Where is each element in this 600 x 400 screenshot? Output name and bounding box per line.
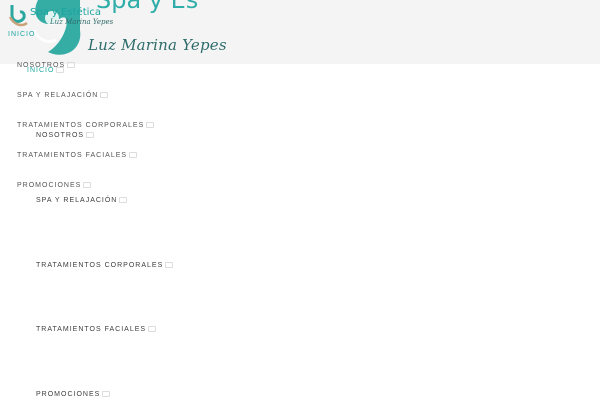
submenu-indicator-icon <box>83 182 92 189</box>
nav-item-corporales[interactable]: TRATAMIENTOS CORPORALES <box>17 122 155 129</box>
nav2-item-nosotros[interactable]: NOSOTROS <box>36 132 95 139</box>
nav2-item-spa[interactable]: SPA Y RELAJACIÓN <box>36 197 128 204</box>
submenu-indicator-icon <box>100 92 109 99</box>
submenu-indicator-icon <box>165 262 174 269</box>
nav-item-promociones[interactable]: PROMOCIONES <box>17 182 92 189</box>
nav-item-faciales[interactable]: TRATAMIENTOS FACIALES <box>17 152 138 159</box>
brand-subtitle-large: Luz Marina Yepes <box>88 36 227 54</box>
submenu-indicator-icon <box>86 132 95 139</box>
brand-subtitle-small: Luz Marina Yepes <box>50 18 114 26</box>
submenu-indicator-icon <box>146 122 155 129</box>
nav-item-spa[interactable]: SPA Y RELAJACIÓN <box>17 92 109 99</box>
nav2-item-corporales[interactable]: TRATAMIENTOS CORPORALES <box>36 262 174 269</box>
spa-small-logo-icon <box>8 5 28 27</box>
nav-item-inicio[interactable]: INICIO <box>8 31 35 38</box>
submenu-indicator-icon <box>102 391 111 398</box>
nav2-item-inicio[interactable]: INICIO <box>27 67 65 74</box>
logo-small[interactable]: Spa y Estética Luz Marina Yepes <box>8 3 128 31</box>
nav2-item-faciales[interactable]: TRATAMIENTOS FACIALES <box>36 326 157 333</box>
submenu-indicator-icon <box>129 152 138 159</box>
submenu-indicator-icon <box>119 197 128 204</box>
brand-title-small: Spa y Estética <box>30 7 102 18</box>
submenu-indicator-icon <box>67 62 76 69</box>
nav2-item-promociones[interactable]: PROMOCIONES <box>36 391 111 398</box>
submenu-indicator-icon <box>148 326 157 333</box>
submenu-indicator-icon <box>56 67 65 74</box>
